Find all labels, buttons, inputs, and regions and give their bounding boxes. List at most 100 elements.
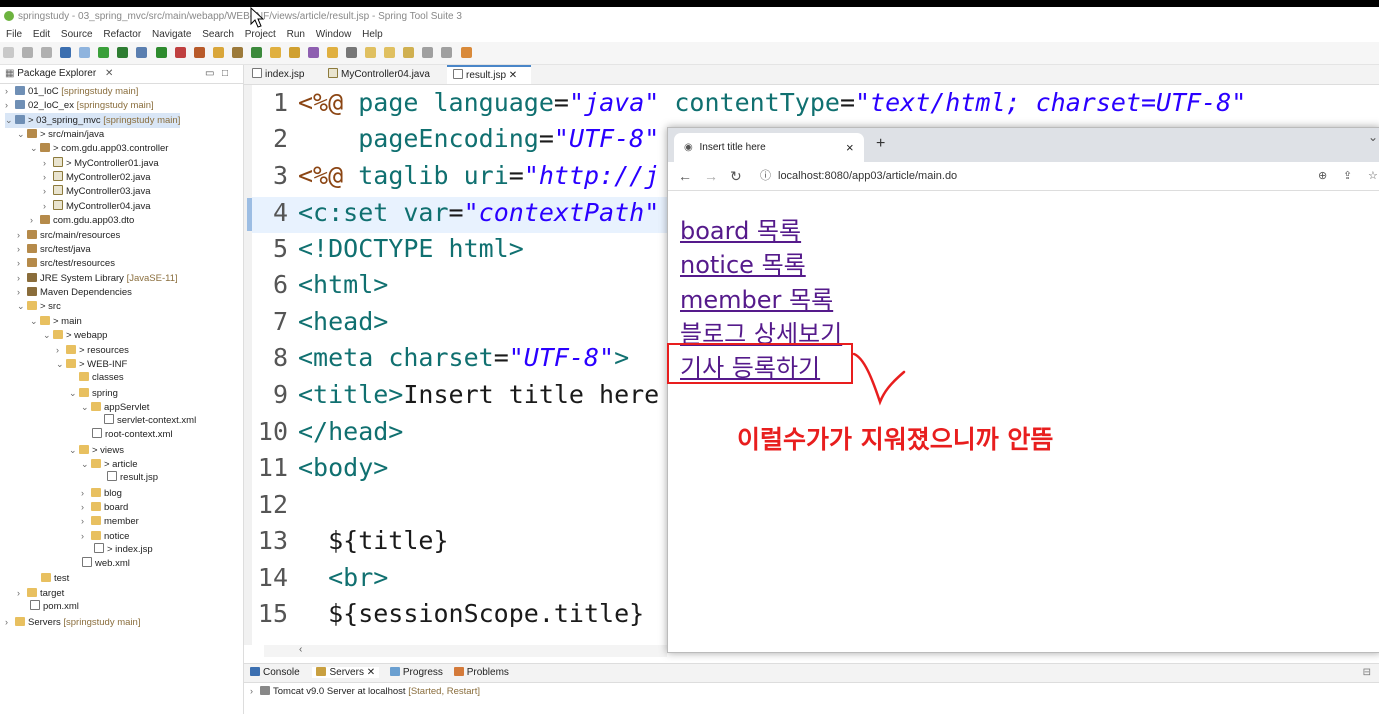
search-tool-icon[interactable] xyxy=(308,47,319,58)
tab-progress[interactable]: Progress xyxy=(389,667,443,678)
close-icon[interactable]: ✕ xyxy=(105,68,113,79)
chevron-down-icon[interactable]: ⌄ xyxy=(81,457,91,471)
maximize-icon[interactable]: □ xyxy=(222,65,228,83)
annotation-prev-icon[interactable] xyxy=(384,47,396,58)
tree-item-notice[interactable]: › notice xyxy=(81,529,129,544)
tree-item-controller-pkg[interactable]: ⌄ > com.gdu.app03.controller xyxy=(30,141,168,156)
tree-item-web-inf[interactable]: ⌄ > WEB-INF xyxy=(56,357,127,372)
new-package-icon[interactable] xyxy=(231,47,243,58)
forward-icon[interactable] xyxy=(441,47,453,58)
tree-item-src-main-java[interactable]: ⌄ > src/main/java xyxy=(17,127,104,142)
tree-item-src-test-resources[interactable]: › src/test/resources xyxy=(17,256,115,271)
chevron-down-icon[interactable]: ⌄ xyxy=(81,400,91,414)
tree-item-member[interactable]: › member xyxy=(81,514,139,529)
chevron-right-icon[interactable]: › xyxy=(17,586,27,600)
tree-item-target[interactable]: › target xyxy=(17,586,64,601)
menu-navigate[interactable]: Navigate xyxy=(152,29,191,40)
menu-window[interactable]: Window xyxy=(316,29,352,40)
chevron-right-icon[interactable]: › xyxy=(17,271,27,285)
tab-mycontroller04[interactable]: MyController04.java xyxy=(322,65,443,84)
chevron-right-icon[interactable]: › xyxy=(81,514,91,528)
menu-run[interactable]: Run xyxy=(287,29,305,40)
tree-item-mycontroller02[interactable]: › MyController02.java xyxy=(43,170,150,185)
tree-item-views[interactable]: ⌄ > views xyxy=(69,443,124,458)
tree-item-mycontroller01[interactable]: › > MyController01.java xyxy=(43,156,159,171)
tab-servers[interactable]: Servers ✕ xyxy=(312,667,380,678)
tree-item-mycontroller04[interactable]: › MyController04.java xyxy=(43,199,150,214)
tab-index-jsp[interactable]: index.jsp xyxy=(246,65,320,84)
menu-help[interactable]: Help xyxy=(362,29,383,40)
chevron-right-icon[interactable]: › xyxy=(17,228,27,242)
minimize-icon[interactable]: ▭ xyxy=(205,65,214,83)
share-icon[interactable]: ⇪ xyxy=(1343,162,1352,190)
chevron-down-icon[interactable]: ⌄ xyxy=(5,113,15,127)
close-icon[interactable]: ✕ xyxy=(367,667,375,678)
reload-icon[interactable]: ↻ xyxy=(730,162,742,190)
tree-item-dto-pkg[interactable]: › com.gdu.app03.dto xyxy=(30,213,134,228)
server-row[interactable]: › Tomcat v9.0 Server at localhost [Starte… xyxy=(250,684,480,699)
new-class-icon[interactable] xyxy=(250,47,262,58)
menu-file[interactable]: File xyxy=(6,29,22,40)
open-folder-icon[interactable] xyxy=(269,47,281,58)
chevron-right-icon[interactable]: › xyxy=(43,156,53,170)
globe-icon[interactable] xyxy=(346,47,358,58)
run-icon[interactable] xyxy=(155,47,167,58)
tree-item-resources[interactable]: › > resources xyxy=(56,343,129,358)
editor-horizontal-scrollbar[interactable]: ‹ xyxy=(264,644,667,657)
tree-item-01-ioc[interactable]: › 01_IoC [springstudy main] xyxy=(5,84,138,99)
chevron-right-icon[interactable]: › xyxy=(56,343,66,357)
annotation-next-icon[interactable] xyxy=(365,47,377,58)
address-bar[interactable]: localhost:8080/app03/article/main.do xyxy=(778,162,957,190)
menu-search[interactable]: Search xyxy=(202,29,234,40)
tree-item-maven-deps[interactable]: › Maven Dependencies xyxy=(17,285,132,300)
chevron-right-icon[interactable]: › xyxy=(43,199,53,213)
link-board-list[interactable]: board 목록 xyxy=(680,211,801,246)
tree-item-src-test-java[interactable]: › src/test/java xyxy=(17,242,91,257)
chevron-right-icon[interactable]: › xyxy=(43,170,53,184)
tree-item-root-context[interactable]: root-context.xml xyxy=(92,428,173,442)
new-tab-button[interactable]: + xyxy=(876,135,885,153)
tree-item-article[interactable]: ⌄ > article xyxy=(81,457,138,472)
save-icon[interactable] xyxy=(22,47,34,58)
chevron-right-icon[interactable]: › xyxy=(17,242,27,256)
chevron-down-icon[interactable]: ⌄ xyxy=(69,386,79,400)
tree-item-appservlet[interactable]: ⌄ appServlet xyxy=(81,400,149,415)
chevron-right-icon[interactable]: › xyxy=(5,84,15,98)
tree-item-03-spring-mvc[interactable]: ⌄ > 03_spring_mvc [springstudy main] xyxy=(5,113,181,128)
chevron-right-icon[interactable]: › xyxy=(81,529,91,543)
star-icon[interactable]: ☆ xyxy=(1368,162,1378,190)
zoom-icon[interactable]: ⊕ xyxy=(1318,162,1327,190)
spring-icon[interactable] xyxy=(117,47,129,58)
external-tools-icon[interactable] xyxy=(193,47,205,58)
browser-tab[interactable]: ◉ Insert title here × xyxy=(674,133,864,162)
stop-icon[interactable] xyxy=(174,47,186,58)
new-icon[interactable] xyxy=(3,47,14,58)
link-notice-list[interactable]: notice 목록 xyxy=(680,245,806,280)
chevron-down-icon[interactable]: ⌄ xyxy=(56,357,66,371)
menu-edit[interactable]: Edit xyxy=(33,29,50,40)
save-all-icon[interactable] xyxy=(41,47,53,58)
tree-item-src[interactable]: ⌄ > src xyxy=(17,299,61,314)
tree-item-jre[interactable]: › JRE System Library [JavaSE-11] xyxy=(17,271,178,286)
tree-item-board[interactable]: › board xyxy=(81,500,128,515)
link-member-list[interactable]: member 목록 xyxy=(680,280,833,315)
chevron-right-icon[interactable]: › xyxy=(5,98,15,112)
tree-item-result-jsp[interactable]: result.jsp xyxy=(107,471,158,485)
open-task-icon[interactable] xyxy=(327,47,339,58)
close-icon[interactable]: × xyxy=(846,133,854,162)
package-explorer-title[interactable]: Package Explorer xyxy=(17,68,96,79)
tree-item-main[interactable]: ⌄ > main xyxy=(30,314,82,329)
chevron-down-icon[interactable]: ⌄ xyxy=(1368,130,1378,144)
tree-item-classes[interactable]: classes xyxy=(79,371,124,385)
info-icon[interactable]: ⓘ xyxy=(760,162,771,190)
close-icon[interactable]: ✕ xyxy=(509,70,517,81)
tab-console[interactable]: Console xyxy=(250,667,300,678)
menu-refactor[interactable]: Refactor xyxy=(103,29,141,40)
forward-icon[interactable]: → xyxy=(704,162,718,190)
tab-result-jsp[interactable]: result.jsp ✕ xyxy=(447,65,531,84)
run-server-icon[interactable] xyxy=(98,47,110,58)
chevron-down-icon[interactable]: ⌄ xyxy=(69,443,79,457)
chevron-down-icon[interactable]: ⌄ xyxy=(30,141,40,155)
tree-item-web-xml[interactable]: web.xml xyxy=(82,557,130,571)
chevron-down-icon[interactable]: ⌄ xyxy=(30,314,40,328)
